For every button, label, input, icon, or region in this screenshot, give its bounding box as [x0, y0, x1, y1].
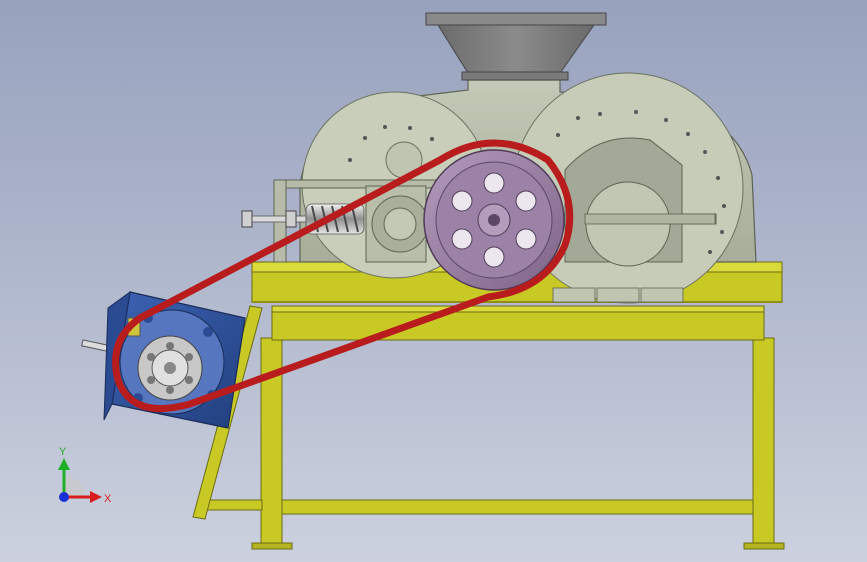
frame: [192, 261, 785, 550]
frame-leg-right: [752, 337, 775, 547]
z-axis-dot: [59, 492, 69, 502]
x-axis-label: X: [104, 493, 112, 505]
driven-pulley: [423, 149, 565, 291]
roller-crusher-model: Y X: [58, 12, 785, 550]
feed-hopper: [425, 12, 607, 81]
cad-viewport[interactable]: Y X: [0, 0, 867, 562]
frame-lower-brace: [281, 499, 754, 515]
axis-triad: Y X: [58, 446, 112, 505]
y-axis-label: Y: [59, 446, 67, 458]
